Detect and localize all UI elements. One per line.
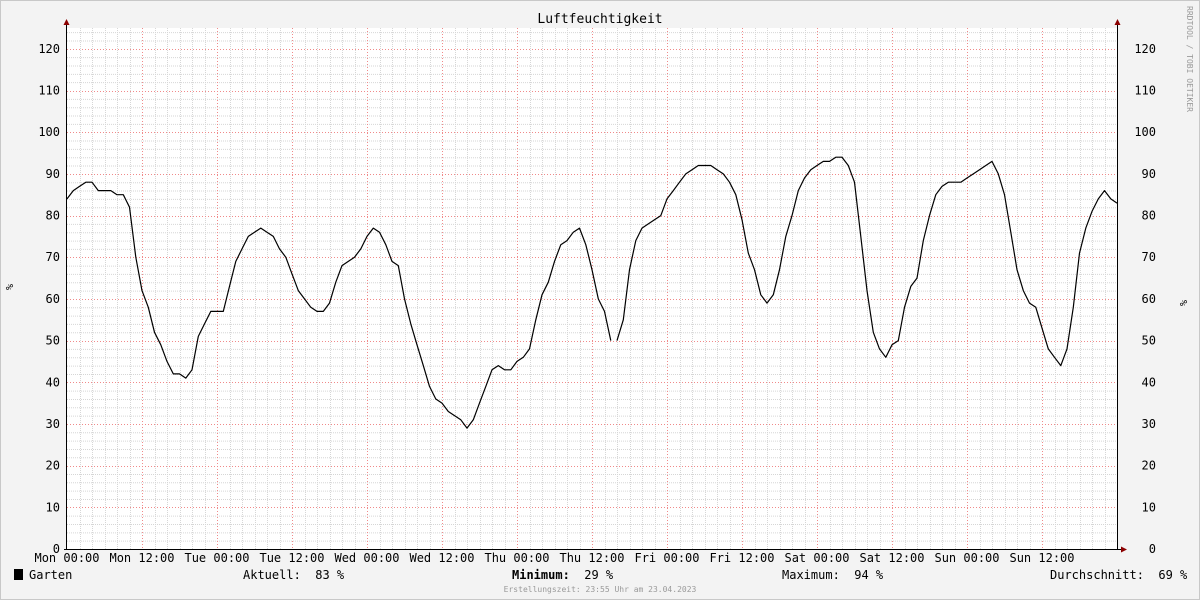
x-tick-label: Sat 00:00 xyxy=(784,551,849,565)
legend-series: Garten xyxy=(14,568,72,582)
legend-current: Aktuell: 83 % xyxy=(243,568,344,582)
minimum-value: 29 % xyxy=(584,568,614,582)
y-tick-label-left: 50 xyxy=(46,334,60,348)
legend-series-name: Garten xyxy=(29,568,73,582)
creation-timestamp: Erstellungszeit: 23:55 Uhr am 23.04.2023 xyxy=(503,585,697,594)
y-tick-label-left: 100 xyxy=(38,125,60,139)
legend-swatch xyxy=(14,569,23,580)
maximum-value: 94 % xyxy=(854,568,884,582)
legend-average: Durchschnitt: 69 % xyxy=(1050,568,1187,582)
y-tick-label-left: 120 xyxy=(38,42,60,56)
x-axis-arrow xyxy=(1121,546,1127,553)
y-tick-label-left: 60 xyxy=(46,292,60,306)
y-tick-label-right: 60 xyxy=(1142,292,1156,306)
y-tick-label-right: 40 xyxy=(1142,375,1156,389)
x-tick-label: Sat 12:00 xyxy=(859,551,924,565)
x-tick-label: Fri 00:00 xyxy=(634,551,699,565)
x-tick-label: Sun 12:00 xyxy=(1009,551,1074,565)
y-tick-label-left: 30 xyxy=(46,417,60,431)
y-tick-label-right: 30 xyxy=(1142,417,1156,431)
current-label: Aktuell: xyxy=(243,568,301,582)
x-axis: Mon 00:00 Mon 12:00 Tue 00:00 Tue 12:00 Wed … xyxy=(34,551,1074,565)
legend-maximum: Maximum: 94 % xyxy=(782,568,883,582)
y-tick-label-right: 70 xyxy=(1142,250,1156,264)
y-axis-left: 0102030405060708090100110120 xyxy=(38,42,60,556)
y-tick-label-left: 20 xyxy=(46,459,60,473)
y-tick-label-left: 10 xyxy=(46,500,60,514)
x-tick-label: Thu 12:00 xyxy=(559,551,624,565)
y-axis-label-right: % xyxy=(1179,300,1190,306)
x-tick-label: Wed 12:00 xyxy=(409,551,474,565)
y-tick-label-right: 100 xyxy=(1134,125,1156,139)
minimum-label: Minimum: xyxy=(512,568,570,582)
maximum-label: Maximum: xyxy=(782,568,840,582)
x-tick-label: Thu 00:00 xyxy=(484,551,549,565)
y-tick-label-right: 50 xyxy=(1142,334,1156,348)
x-tick-label: Fri 12:00 xyxy=(709,551,774,565)
y-axis-arrow-right xyxy=(1114,19,1121,25)
y-tick-label-left: 40 xyxy=(46,375,60,389)
x-tick-label: Wed 00:00 xyxy=(334,551,399,565)
x-tick-label: Sun 00:00 xyxy=(934,551,999,565)
rrdtool-credit: RRDTOOL / TOBI OETIKER xyxy=(1185,6,1194,112)
y-tick-label-left: 70 xyxy=(46,250,60,264)
average-label: Durchschnitt: xyxy=(1050,568,1144,582)
y-tick-label-right: 80 xyxy=(1142,209,1156,223)
x-tick-label: Tue 00:00 xyxy=(184,551,249,565)
y-tick-label-left: 110 xyxy=(38,84,60,98)
x-tick-label: Tue 12:00 xyxy=(259,551,324,565)
y-axis-arrow-left xyxy=(63,19,70,25)
y-tick-label-right: 90 xyxy=(1142,167,1156,181)
legend-minimum: Minimum: 29 % xyxy=(512,568,613,582)
y-tick-label-right: 110 xyxy=(1134,84,1156,98)
y-tick-label-right: 0 xyxy=(1149,542,1156,556)
y-tick-label-right: 120 xyxy=(1134,42,1156,56)
y-tick-label-left: 80 xyxy=(46,209,60,223)
y-tick-label-right: 20 xyxy=(1142,459,1156,473)
x-tick-label: Mon 12:00 xyxy=(109,551,174,565)
y-axis-right: 0 10 20 30 40 50 60 70 80 90 100 110 120 xyxy=(1134,42,1156,556)
average-value: 69 % xyxy=(1158,568,1188,582)
y-axis-label-left: % xyxy=(5,284,16,290)
current-value: 83 % xyxy=(315,568,345,582)
y-tick-label-right: 10 xyxy=(1142,500,1156,514)
chart-title: Luftfeuchtigkeit xyxy=(537,12,662,27)
x-tick-label: Mon 00:00 xyxy=(34,551,99,565)
y-tick-label-left: 90 xyxy=(46,167,60,181)
humidity-chart: 0 10 20 30 40 50 60 70 80 90 100 110 120 0 10 20 30 40 50… xyxy=(5,6,1194,565)
